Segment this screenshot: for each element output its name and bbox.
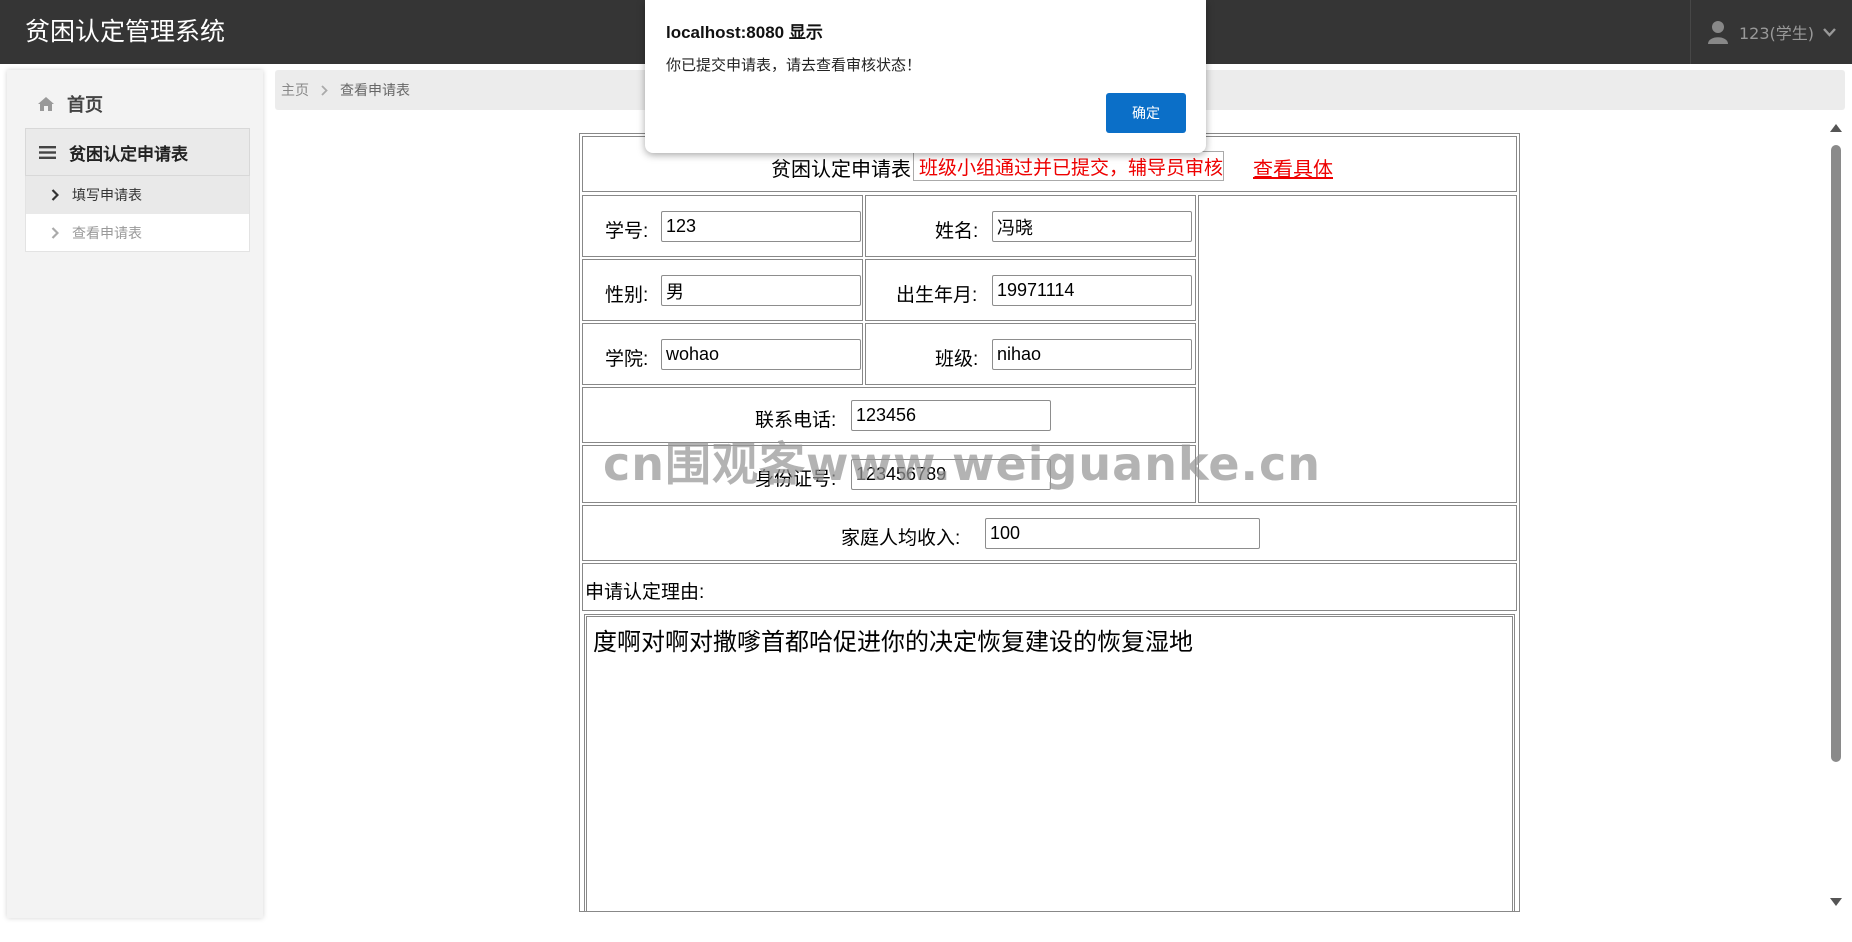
gender-label: 性别:	[605, 285, 649, 306]
sidebar: 首页 贫困认定申请表 填写申请表 查看申请表	[7, 70, 263, 918]
home-icon	[38, 97, 54, 111]
sidebar-group-application[interactable]: 贫困认定申请表	[25, 128, 250, 176]
name-label: 姓名:	[935, 221, 979, 242]
chevron-down-icon	[1823, 27, 1836, 37]
app-brand[interactable]: 贫困认定管理系统	[25, 12, 225, 48]
birth-cell: 出生年月: 19971114	[865, 259, 1196, 321]
form-title: 贫困认定申请表	[771, 159, 911, 181]
watermark-text: cn围观客www.weiguanke.cn	[603, 437, 1322, 491]
scroll-down-arrow-icon[interactable]	[1830, 898, 1842, 906]
college-field[interactable]: wohao	[661, 339, 861, 370]
chevron-right-icon	[51, 189, 59, 201]
alert-dialog: localhost:8080 显示 你已提交申请表，请去查看审核状态！ 确定	[645, 0, 1206, 153]
sidebar-item-view-form[interactable]: 查看申请表	[25, 214, 250, 252]
sidebar-item-fill-form[interactable]: 填写申请表	[25, 176, 250, 214]
breadcrumb-current: 查看申请表	[340, 83, 410, 99]
name-field[interactable]: 冯晓	[992, 211, 1192, 242]
dialog-title: localhost:8080 显示	[666, 23, 823, 42]
college-label: 学院:	[605, 349, 649, 370]
college-cell: 学院: wohao	[582, 323, 863, 385]
gender-field[interactable]: 男	[661, 275, 861, 306]
sidebar-group-label: 贫困认定申请表	[69, 144, 188, 165]
scrollbar-thumb[interactable]	[1831, 145, 1841, 762]
reason-label-cell: 申请认定理由:	[582, 563, 1517, 611]
breadcrumb-home[interactable]: 主页	[281, 80, 309, 100]
class-label: 班级:	[935, 349, 979, 370]
view-detail-link[interactable]: 查看具体	[1253, 153, 1333, 182]
user-label: 123(学生)	[1739, 24, 1815, 43]
birth-label: 出生年月:	[896, 285, 978, 306]
birth-field[interactable]: 19971114	[992, 275, 1192, 306]
user-menu[interactable]: 123(学生)	[1690, 0, 1852, 64]
reason-label: 申请认定理由:	[585, 582, 705, 603]
ok-button[interactable]: 确定	[1106, 93, 1186, 133]
student-id-cell: 学号: 123	[582, 195, 863, 257]
status-field[interactable]: 班级小组通过并已提交，辅导员审核中	[913, 151, 1224, 181]
student-id-label: 学号:	[605, 221, 649, 242]
income-field[interactable]: 100	[985, 518, 1260, 549]
class-field[interactable]: nihao	[992, 339, 1192, 370]
sidebar-item-home[interactable]: 首页	[37, 90, 103, 118]
sidebar-item-label: 首页	[67, 95, 103, 116]
scroll-up-arrow-icon[interactable]	[1830, 124, 1842, 132]
name-cell: 姓名: 冯晓	[865, 195, 1196, 257]
application-form: 贫困认定申请表 班级小组通过并已提交，辅导员审核中 查看具体 学号: 123 姓…	[579, 133, 1520, 912]
user-icon	[1708, 21, 1728, 44]
income-label: 家庭人均收入:	[841, 528, 961, 549]
income-cell: 家庭人均收入: 100	[582, 505, 1517, 561]
menu-bars-icon	[39, 145, 56, 159]
student-id-field[interactable]: 123	[661, 211, 861, 242]
dialog-message: 你已提交申请表，请去查看审核状态！	[666, 57, 922, 74]
phone-field[interactable]: 123456	[851, 400, 1051, 431]
chevron-right-icon	[51, 226, 59, 239]
gender-cell: 性别: 男	[582, 259, 863, 321]
class-cell: 班级: nihao	[865, 323, 1196, 385]
chevron-right-icon	[321, 84, 328, 96]
sidebar-item-label: 填写申请表	[72, 188, 142, 204]
reason-textarea[interactable]: 度啊对啊对撒嗲首都哈促进你的决定恢复建设的恢复湿地	[584, 614, 1515, 911]
sidebar-item-label: 查看申请表	[72, 225, 142, 242]
